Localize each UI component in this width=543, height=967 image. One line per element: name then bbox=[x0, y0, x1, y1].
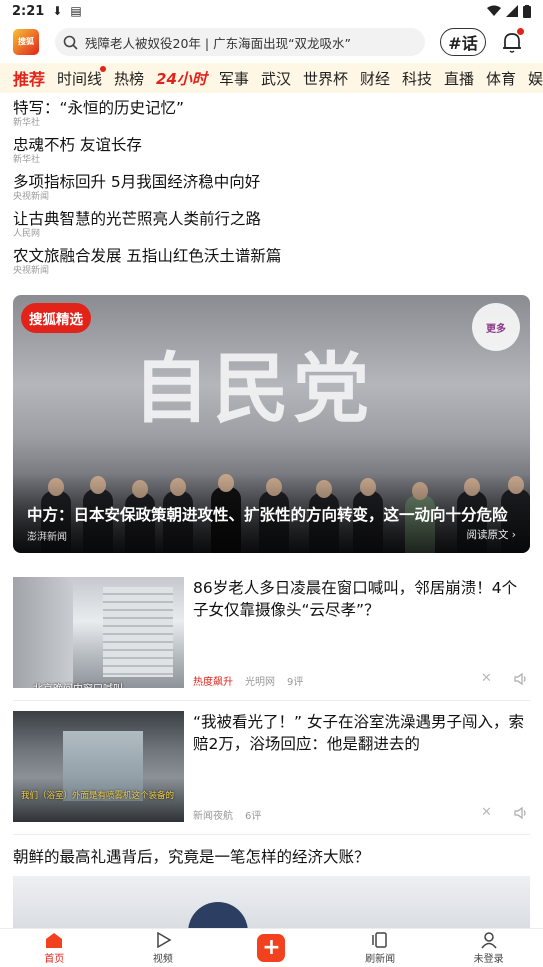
news-item[interactable]: 北京晚间内窗口喊叫 86岁老人多日凌晨在窗口喊叫，邻居崩溃！4个子女仅靠摄像头“… bbox=[13, 577, 530, 689]
divider bbox=[13, 834, 530, 835]
news-title[interactable]: 朝鲜的最高礼遇背后，究竟是一笔怎样的经济大账？ bbox=[13, 845, 530, 867]
tab-entertainment[interactable]: 娱 bbox=[522, 68, 543, 89]
headline-source: 新华社 bbox=[13, 155, 41, 165]
featured-card[interactable]: 自民党 搜狐精选 更多 中方：日本安保政策朝进攻性、扩张性的方向转变，这一动向十… bbox=[13, 295, 530, 553]
status-icons bbox=[487, 4, 531, 18]
logo-text: 搜狐 bbox=[18, 37, 34, 46]
more-button[interactable]: 更多 bbox=[472, 303, 520, 351]
search-placeholder: 残障老人被奴役20年 | 广东海面出现“双龙吸水” bbox=[85, 35, 352, 51]
comment-count: 6评 bbox=[245, 811, 262, 822]
user-icon bbox=[481, 932, 497, 949]
nav-swipe-news-label: 刷新闻 bbox=[365, 954, 396, 965]
tab-24-hours[interactable]: 24小时 bbox=[150, 68, 213, 89]
notification-dot bbox=[517, 28, 524, 35]
search-bar[interactable]: 残障老人被奴役20年 | 广东海面出现“双龙吸水” bbox=[55, 28, 425, 56]
headline-title: 忠魂不朽 友谊长存 bbox=[13, 136, 142, 154]
headline-source: 央视新闻 bbox=[13, 192, 50, 202]
channel-tabs: 推荐 时间线 热榜 24小时 军事 武汉 世界杯 财经 科技 直播 体育 娱 bbox=[0, 63, 543, 93]
news-item[interactable]: 我们（浴室）外面是有喷雾机这个装备的 “我被看光了！” 女子在浴室洗澡遇男子闯入… bbox=[13, 711, 530, 823]
tab-recommend[interactable]: 推荐 bbox=[0, 66, 51, 90]
tab-world-cup[interactable]: 世界杯 bbox=[297, 68, 354, 89]
headline-item[interactable]: 多项指标回升 5月我国经济稳中向好 央视新闻 bbox=[13, 172, 530, 209]
news-thumbnail: 北京晚间内窗口喊叫 bbox=[13, 577, 184, 688]
tab-military[interactable]: 军事 bbox=[213, 68, 255, 89]
news-title: 86岁老人多日凌晨在窗口喊叫，邻居崩溃！4个子女仅靠摄像头“云尽孝”？ bbox=[193, 579, 518, 619]
feature-title: 中方：日本安保政策朝进攻性、扩张性的方向转变，这一动向十分危险 bbox=[27, 506, 508, 524]
status-time: 2:21 bbox=[12, 3, 45, 19]
news-source: 光明网 bbox=[245, 677, 275, 688]
headline-item[interactable]: 农文旅融合发展 五指山红色沃土谱新篇 央视新闻 bbox=[13, 246, 530, 283]
status-bar: 2:21 ⬇ ▤ bbox=[0, 0, 543, 22]
tab-hot-list[interactable]: 热榜 bbox=[108, 68, 150, 89]
nav-profile-label: 未登录 bbox=[473, 954, 504, 965]
topic-button[interactable]: #话 bbox=[440, 28, 486, 56]
headline-item[interactable]: 特写：“永恒的历史记忆” 新华社 bbox=[13, 98, 530, 135]
tab-timeline-label: 时间线 bbox=[57, 69, 103, 88]
wifi-icon bbox=[487, 5, 501, 16]
comment-count: 9评 bbox=[287, 677, 304, 688]
headline-title: 让古典智慧的光芒照亮人类前行之路 bbox=[13, 210, 262, 228]
hot-tag: 热度飙升 bbox=[193, 677, 233, 688]
sohu-news-app: 2:21 ⬇ ▤ 搜狐 残障老人被奴役20年 | 广东海面出现“双龙吸水” #话… bbox=[0, 0, 543, 967]
headline-item[interactable]: 让古典智慧的光芒照亮人类前行之路 人民网 bbox=[13, 209, 530, 246]
news-thumbnail: 我们（浴室）外面是有喷雾机这个装备的 bbox=[13, 711, 184, 822]
thumb-caption: 我们（浴室）外面是有喷雾机这个装备的 bbox=[21, 791, 175, 801]
news-source: 新闻夜航 bbox=[193, 811, 233, 822]
read-original-link[interactable]: 阅读原文 › bbox=[466, 527, 516, 542]
news-title: “我被看光了！” 女子在浴室洗澡遇男子闯入，索赔2万，浴场回应：他是翻进去的 bbox=[193, 713, 524, 753]
headline-list: 特写：“永恒的历史记忆” 新华社 忠魂不朽 友谊长存 新华社 多项指标回升 5月… bbox=[13, 98, 530, 283]
bottom-nav: 首页 视频 + 刷新闻 未登录 bbox=[0, 928, 543, 967]
headline-title: 多项指标回升 5月我国经济稳中向好 bbox=[13, 173, 261, 191]
speaker-icon[interactable] bbox=[513, 671, 529, 687]
tab-timeline[interactable]: 时间线 bbox=[51, 65, 108, 89]
feature-image-text: 自民党 bbox=[133, 344, 373, 433]
tab-live[interactable]: 直播 bbox=[438, 68, 480, 89]
dismiss-icon[interactable]: ✕ bbox=[481, 671, 492, 686]
speaker-icon[interactable] bbox=[513, 805, 529, 821]
news-meta: 热度飙升 光明网 9评 bbox=[193, 673, 303, 688]
sd-card-icon: ▤ bbox=[70, 4, 82, 18]
tab-wuhan[interactable]: 武汉 bbox=[255, 68, 297, 89]
download-icon: ⬇ bbox=[52, 4, 63, 18]
tab-tech[interactable]: 科技 bbox=[396, 68, 438, 89]
headline-title: 农文旅融合发展 五指山红色沃土谱新篇 bbox=[13, 247, 282, 265]
nav-home[interactable]: 首页 bbox=[0, 929, 109, 967]
nav-home-label: 首页 bbox=[44, 954, 65, 965]
divider bbox=[13, 700, 530, 701]
headline-item[interactable]: 忠魂不朽 友谊长存 新华社 bbox=[13, 135, 530, 172]
news-meta: 新闻夜航 6评 bbox=[193, 807, 261, 822]
play-icon bbox=[157, 931, 172, 949]
nav-swipe-news[interactable]: 刷新闻 bbox=[326, 929, 435, 967]
nav-video-label: 视频 bbox=[152, 954, 173, 965]
battery-icon bbox=[523, 4, 531, 18]
home-icon bbox=[46, 933, 63, 948]
nav-video[interactable]: 视频 bbox=[109, 929, 218, 967]
headline-source: 新华社 bbox=[13, 118, 41, 128]
headline-title: 特写：“永恒的历史记忆” bbox=[13, 99, 185, 117]
news-image[interactable] bbox=[13, 876, 530, 930]
publish-icon: + bbox=[257, 934, 286, 962]
headline-source: 央视新闻 bbox=[13, 266, 50, 276]
notification-button[interactable] bbox=[500, 28, 524, 54]
dismiss-icon[interactable]: ✕ bbox=[481, 805, 492, 820]
tab-badge-dot bbox=[100, 65, 107, 72]
nav-profile[interactable]: 未登录 bbox=[434, 929, 543, 967]
sohu-logo[interactable]: 搜狐 bbox=[13, 29, 39, 55]
tab-finance[interactable]: 财经 bbox=[354, 68, 396, 89]
nav-publish[interactable]: + bbox=[217, 929, 326, 967]
signal-icon bbox=[506, 5, 518, 17]
sohu-selection-badge: 搜狐精选 bbox=[21, 303, 91, 333]
search-icon bbox=[63, 35, 78, 50]
top-header: 搜狐 残障老人被奴役20年 | 广东海面出现“双龙吸水” #话 bbox=[0, 24, 543, 60]
headline-source: 人民网 bbox=[13, 229, 41, 239]
thumb-caption: 北京晚间内窗口喊叫 bbox=[33, 680, 123, 688]
feature-source: 澎湃新闻 bbox=[27, 532, 67, 543]
tab-sports[interactable]: 体育 bbox=[480, 68, 522, 89]
cards-icon bbox=[372, 932, 387, 948]
